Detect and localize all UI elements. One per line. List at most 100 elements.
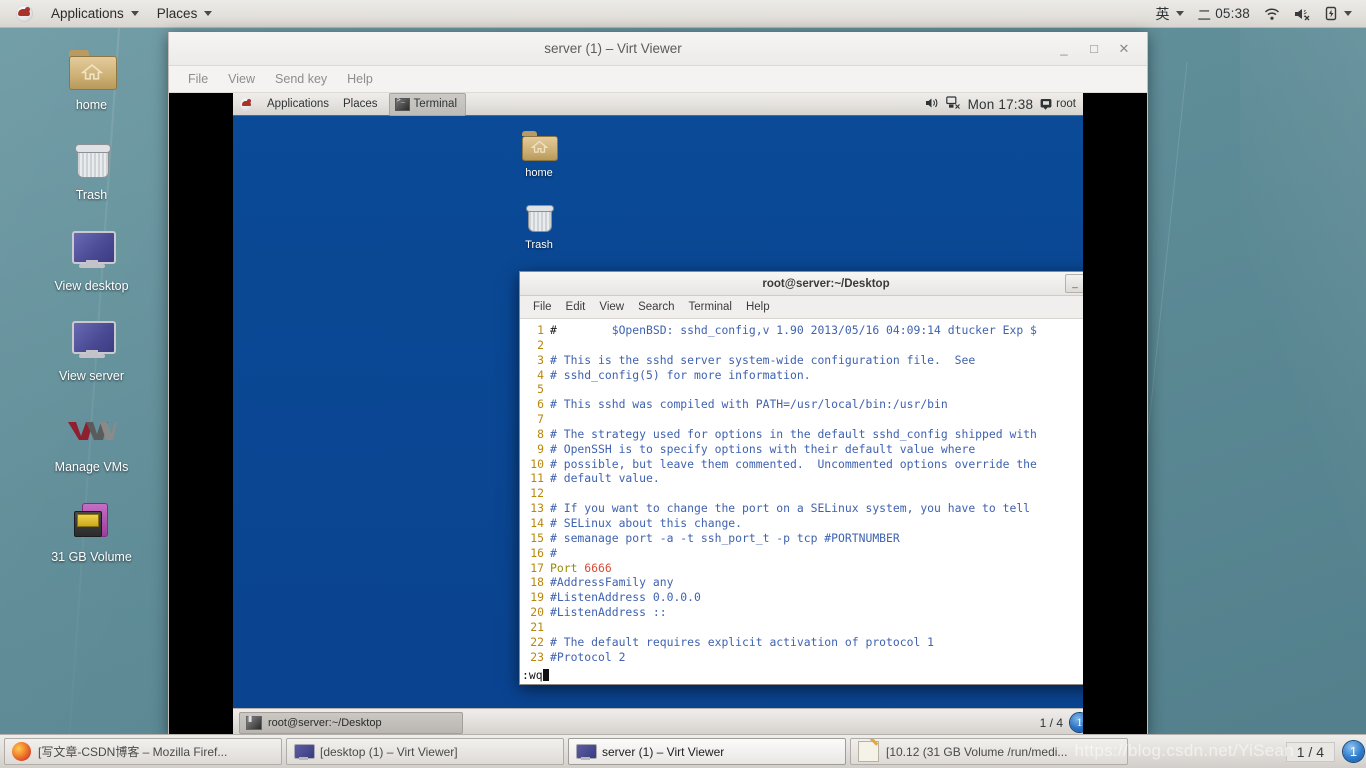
guest-desktop[interactable]: Applications Places Terminal xyxy=(233,93,1083,734)
input-method-indicator[interactable]: 英 xyxy=(1150,1,1190,27)
desktop-icon-label: View desktop xyxy=(54,278,129,293)
folder-home-icon xyxy=(511,125,567,165)
comment-text: $OpenBSD: sshd_config,v 1.90 2013/05/16 … xyxy=(556,323,1037,337)
taskbar-item-text-editor[interactable]: [10.12 (31 GB Volume /run/medi... xyxy=(850,738,1128,765)
volume-icon[interactable] xyxy=(925,97,939,112)
terminal-menu-help[interactable]: Help xyxy=(739,299,777,315)
desktop-icon-home[interactable]: home xyxy=(44,44,139,112)
line-number: 9 xyxy=(537,441,544,456)
vim-command-line: :wq xyxy=(520,668,1083,684)
wifi-icon[interactable] xyxy=(1258,4,1286,24)
battery-icon[interactable] xyxy=(1319,3,1358,24)
terminal-menu-terminal[interactable]: Terminal xyxy=(682,299,739,315)
terminal-minimize-button[interactable]: _ xyxy=(1065,274,1083,293)
guest-task-terminal[interactable]: Terminal xyxy=(388,93,467,116)
guest-panel-status-area: Mon 17:38 root xyxy=(925,96,1083,112)
volume-muted-glyph-icon xyxy=(1295,8,1310,20)
terminal-menu-edit[interactable]: Edit xyxy=(559,299,593,315)
comment-text: # If you want to change the port on a SE… xyxy=(550,501,1031,516)
folder-home-icon xyxy=(44,44,139,94)
input-method-label: 英 xyxy=(1155,6,1170,23)
vmware-glyph-icon xyxy=(67,421,117,440)
taskbar-item-firefox[interactable]: [写文章-CSDN博客 – Mozilla Firef... xyxy=(4,738,282,765)
menu-file[interactable]: File xyxy=(179,69,217,89)
desktop-icon-label: View server xyxy=(58,369,125,384)
guest-desktop-icon-trash[interactable]: Trash xyxy=(511,197,567,251)
desktop-icon-31gb-volume[interactable]: 31 GB Volume xyxy=(44,496,139,564)
volume-muted-icon[interactable] xyxy=(1288,4,1317,24)
taskbar-item-desktop-virt-viewer[interactable]: [desktop (1) – Virt Viewer] xyxy=(286,738,564,765)
guest-workspace-switcher[interactable]: 1 / 4 1 xyxy=(1040,713,1083,732)
line-number: 2 xyxy=(537,337,544,352)
menu-view[interactable]: View xyxy=(219,69,264,89)
comment-text: # semanage port -a -t ssh_port_t -p tcp … xyxy=(550,530,900,545)
line-number: 10 xyxy=(530,456,544,471)
line-number: 1 xyxy=(537,323,544,337)
trash-icon xyxy=(44,134,139,184)
firefox-icon xyxy=(12,742,31,761)
guest-places-label: Places xyxy=(343,98,378,110)
line-number: 14 xyxy=(530,515,544,530)
terminal-menu-search[interactable]: Search xyxy=(631,299,681,315)
desktop-icon-view-server[interactable]: View server xyxy=(44,315,139,383)
taskbar-item-server-virt-viewer[interactable]: server (1) – Virt Viewer xyxy=(568,738,846,765)
guest-places-menu[interactable]: Places xyxy=(336,96,385,112)
comment-text: #ListenAddress 0.0.0.0 xyxy=(550,590,701,605)
guest-clock[interactable]: Mon 17:38 xyxy=(968,97,1034,112)
desktop-icon-trash[interactable]: Trash xyxy=(44,134,139,202)
guest-workspace-badge[interactable]: 1 xyxy=(1070,713,1083,732)
maximize-button[interactable]: □ xyxy=(1087,41,1101,56)
host-workspace-switcher[interactable]: 1 / 4 1 xyxy=(1285,741,1366,762)
network-disconnected-icon[interactable] xyxy=(945,96,961,112)
places-menu[interactable]: Places xyxy=(148,3,222,24)
clock-day: 二 xyxy=(1197,7,1212,23)
close-button[interactable]: ✕ xyxy=(1117,41,1131,56)
guest-desktop-icon-label: Trash xyxy=(525,239,553,251)
terminal-icon xyxy=(394,97,410,111)
desktop-icon-label: Manage VMs xyxy=(54,459,129,474)
comment-text: #Protocol 2 xyxy=(550,649,626,664)
desktop-icon-label: 31 GB Volume xyxy=(51,549,132,564)
comment-text: # xyxy=(550,545,557,560)
virt-viewer-menubar: File View Send key Help xyxy=(169,66,1147,93)
guest-desktop-icon-home[interactable]: home xyxy=(511,125,567,179)
clock[interactable]: 二 05:38 xyxy=(1192,1,1257,27)
desktop-icon-manage-vms[interactable]: Manage VMs xyxy=(44,406,139,474)
terminal-window: root@server:~/Desktop _ ▫ ✕ File Edit Vi… xyxy=(519,271,1083,685)
redhat-logo-icon[interactable] xyxy=(7,2,42,25)
terminal-body[interactable]: 1 # $OpenBSD: sshd_config,v 1.90 2013/05/… xyxy=(520,319,1083,684)
host-workspace-badge[interactable]: 1 xyxy=(1343,741,1364,762)
vim-buffer[interactable]: 1 # $OpenBSD: sshd_config,v 1.90 2013/05/… xyxy=(520,319,1083,684)
guest-window-list: Terminal xyxy=(388,93,467,116)
guest-taskbar-item-label: root@server:~/Desktop xyxy=(268,716,382,729)
guest-redhat-logo-icon[interactable] xyxy=(233,96,260,113)
guest-taskbar-item-terminal[interactable]: root@server:~/Desktop xyxy=(239,711,463,734)
comment-hash: # xyxy=(550,323,557,337)
minimize-button[interactable]: _ xyxy=(1057,41,1071,56)
home-glyph-icon xyxy=(80,64,103,80)
guest-user-menu[interactable]: root xyxy=(1040,98,1076,110)
line-number: 19 xyxy=(530,590,544,605)
terminal-menubar: File Edit View Search Terminal Help xyxy=(520,296,1083,319)
terminal-menu-view[interactable]: View xyxy=(592,299,631,315)
user-icon xyxy=(1040,99,1052,110)
vim-command-text: :wq xyxy=(522,668,543,682)
guest-bottom-panel: root@server:~/Desktop 1 / 4 1 xyxy=(233,708,1083,734)
menu-send-key[interactable]: Send key xyxy=(266,69,336,89)
terminal-menu-file[interactable]: File xyxy=(526,299,559,315)
comment-text: #ListenAddress :: xyxy=(550,605,667,620)
virt-viewer-titlebar[interactable]: server (1) – Virt Viewer _ □ ✕ xyxy=(169,32,1147,66)
line-number: 11 xyxy=(530,471,544,486)
terminal-titlebar[interactable]: root@server:~/Desktop _ ▫ ✕ xyxy=(520,272,1083,296)
comment-text: #AddressFamily any xyxy=(550,575,674,590)
host-taskbar: [写文章-CSDN博客 – Mozilla Firef... [desktop … xyxy=(0,734,1366,768)
guest-applications-menu[interactable]: Applications xyxy=(260,96,336,112)
vmware-icon xyxy=(44,406,139,456)
virt-viewer-canvas[interactable]: Applications Places Terminal xyxy=(169,93,1147,734)
taskbar-item-label: server (1) – Virt Viewer xyxy=(602,744,725,759)
network-glyph-icon xyxy=(945,96,960,109)
applications-menu[interactable]: Applications xyxy=(42,3,148,24)
menu-help[interactable]: Help xyxy=(338,69,382,89)
line-number: 13 xyxy=(530,501,544,516)
desktop-icon-view-desktop[interactable]: View desktop xyxy=(44,225,139,293)
